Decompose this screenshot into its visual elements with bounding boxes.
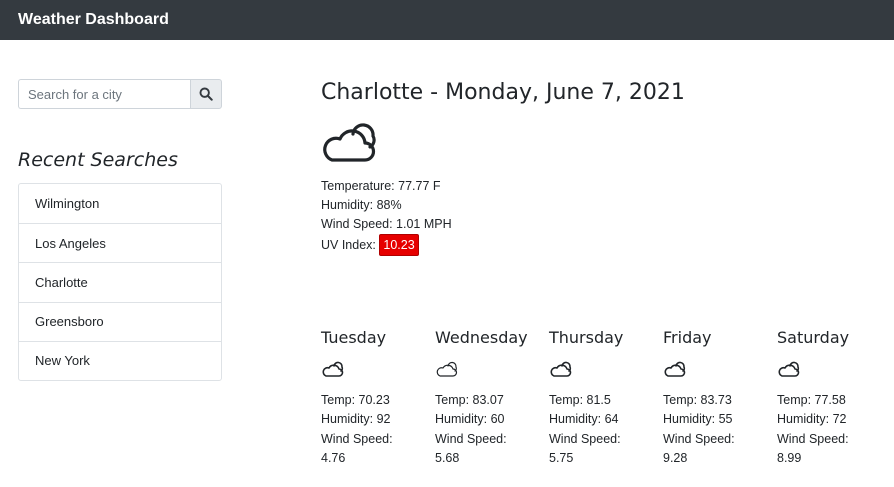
search-input[interactable] [18,79,190,109]
forecast-day: Thursday [549,328,624,347]
forecast-wind-label: Wind Speed: [549,431,621,446]
cloud-icon [550,361,572,377]
recent-search-item[interactable]: Wilmington [19,184,221,223]
forecast-day: Tuesday [321,328,387,347]
forecast-temp: Temp: 70.23 [321,393,390,407]
cloud-icon [436,361,458,377]
navbar: Weather Dashboard [0,0,894,40]
uv-index-badge: 10.23 [379,234,419,256]
current-weather-details: Temperature: 77.77 F Humidity: 88% Wind … [321,177,452,256]
forecast-details: Temp: 70.23 Humidity: 92 Wind Speed: 4.7… [321,391,431,468]
forecast-wind-label: Wind Speed: [435,431,507,446]
search-button[interactable] [190,79,222,109]
forecast-card: Friday Temp: 83.73 Humidity: 55 Wind Spe… [663,328,773,468]
forecast-wind-label: Wind Speed: [663,431,735,446]
forecast-wind-value: 8.99 [777,450,802,465]
forecast-card: Saturday Temp: 77.58 Humidity: 72 Wind S… [777,328,887,468]
forecast-wind-value: 5.68 [435,450,460,465]
recent-searches-list: Wilmington Los Angeles Charlotte Greensb… [18,183,222,381]
forecast-day: Saturday [777,328,850,347]
search-icon [199,87,213,101]
recent-search-item[interactable]: Los Angeles [19,223,221,262]
recent-search-item[interactable]: New York [19,340,221,380]
forecast-wind-value: 9.28 [663,450,688,465]
forecast-details: Temp: 83.73 Humidity: 55 Wind Speed: 9.2… [663,391,773,468]
cloud-icon [778,361,800,377]
forecast-card: Wednesday Temp: 83.07 Humidity: 60 Wind … [435,328,545,468]
forecast-temp: Temp: 77.58 [777,393,846,407]
forecast-wind-value: 5.75 [549,450,574,465]
forecast-card: Thursday Temp: 81.5 Humidity: 64 Wind Sp… [549,328,659,468]
forecast-wind-label: Wind Speed: [321,431,393,446]
recent-search-item[interactable]: Charlotte [19,262,221,301]
cloud-icon [322,361,344,377]
forecast-temp: Temp: 83.73 [663,393,732,407]
forecast-day: Wednesday [435,328,528,347]
forecast-wind-value: 4.76 [321,450,346,465]
forecast-humidity: Humidity: 92 [321,412,391,427]
forecast-card: Tuesday Temp: 70.23 Humidity: 92 Wind Sp… [321,328,431,468]
current-wind-speed: Wind Speed: 1.01 MPH [321,217,452,231]
forecast-wind-label: Wind Speed: [777,431,849,446]
recent-search-item[interactable]: Greensboro [19,301,221,341]
forecast-humidity: Humidity: 64 [549,412,619,427]
cloud-icon [323,123,376,162]
current-temperature: Temperature: 77.77 F [321,179,441,193]
current-humidity: Humidity: 88% [321,198,402,212]
search-group [18,79,222,109]
forecast-details: Temp: 77.58 Humidity: 72 Wind Speed: 8.9… [777,391,887,468]
uv-label: UV Index: [321,238,376,252]
forecast-humidity: Humidity: 55 [663,412,733,427]
forecast-temp: Temp: 83.07 [435,393,504,407]
forecast-day: Friday [663,328,712,347]
recent-searches-title: Recent Searches [18,149,178,171]
cloud-icon [664,361,686,377]
forecast-humidity: Humidity: 60 [435,412,505,427]
navbar-title: Weather Dashboard [18,11,169,28]
forecast-details: Temp: 83.07 Humidity: 60 Wind Speed: 5.6… [435,391,545,468]
forecast-temp: Temp: 81.5 [549,393,611,407]
forecast-humidity: Humidity: 72 [777,412,847,427]
current-uv-row: UV Index: 10.23 [321,234,452,256]
forecast-details: Temp: 81.5 Humidity: 64 Wind Speed: 5.75 [549,391,659,468]
current-city-heading: Charlotte - Monday, June 7, 2021 [321,80,685,105]
